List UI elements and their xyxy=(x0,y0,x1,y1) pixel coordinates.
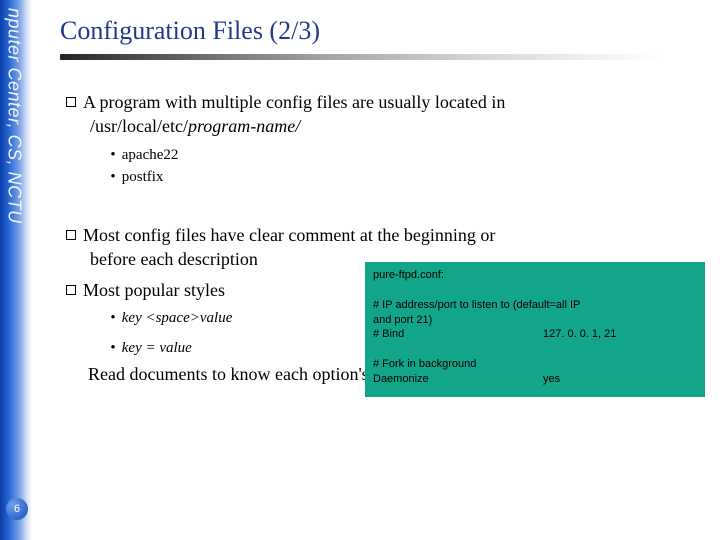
bullet-dot-icon: • xyxy=(108,338,118,358)
code-fork-comment: # Fork in background xyxy=(373,357,697,372)
page-number-badge: 6 xyxy=(6,498,28,520)
code-filename: pure-ftpd.conf: xyxy=(373,268,697,283)
bullet-2-line1: Most config files have clear comment at … xyxy=(83,225,495,245)
bullet-1-path-plain: /usr/local/etc/ xyxy=(90,116,188,136)
bullet-dot-icon: • xyxy=(108,145,118,165)
bullet-1: A program with multiple config files are… xyxy=(66,90,700,139)
bullet-1-line2: /usr/local/etc/program-name/ xyxy=(90,114,700,138)
sub-postfix-text: postfix xyxy=(122,169,164,185)
code-daemonize-row: Daemonize yes xyxy=(373,372,697,387)
slide-title: Configuration Files (2/3) xyxy=(60,16,700,46)
sub-apache22: • apache22 xyxy=(108,145,700,165)
sub-key-space-text: key <space>value xyxy=(122,310,233,326)
bullet-3-text: Most popular styles xyxy=(83,280,225,300)
code-blank xyxy=(373,283,697,298)
bullet-1-path-italic: program-name/ xyxy=(188,116,300,136)
config-example-box: pure-ftpd.conf: # IP address/port to lis… xyxy=(365,262,705,397)
title-underline xyxy=(60,54,660,60)
bullet-1-text: A program with multiple config files are… xyxy=(83,92,505,112)
code-daemonize-key: Daemonize xyxy=(373,372,543,387)
page-number: 6 xyxy=(14,503,20,515)
sub-apache22-text: apache22 xyxy=(122,147,179,163)
sidebar-text: nputer Center, CS, NCTU xyxy=(0,8,30,478)
code-ip-comment-1: # IP address/port to listen to (default=… xyxy=(373,298,697,313)
bullet-box-icon xyxy=(66,230,76,240)
code-ip-comment-2: and port 21) xyxy=(373,313,697,328)
bullet-1-sublist: • apache22 • postfix xyxy=(108,145,700,188)
code-blank2 xyxy=(373,342,697,357)
sub-postfix: • postfix xyxy=(108,167,700,187)
code-bind-key: # Bind xyxy=(373,327,543,342)
slide: nputer Center, CS, NCTU 6 Configuration … xyxy=(0,0,720,540)
bullet-dot-icon: • xyxy=(108,308,118,328)
code-bind-row: # Bind 127. 0. 0. 1, 21 xyxy=(373,327,697,342)
sub-key-equals-text: key = value xyxy=(122,340,192,356)
bullet-dot-icon: • xyxy=(108,167,118,187)
code-daemonize-val: yes xyxy=(543,372,697,387)
code-bind-val: 127. 0. 0. 1, 21 xyxy=(543,327,697,342)
bullet-box-icon xyxy=(66,97,76,107)
bullet-box-icon xyxy=(66,285,76,295)
